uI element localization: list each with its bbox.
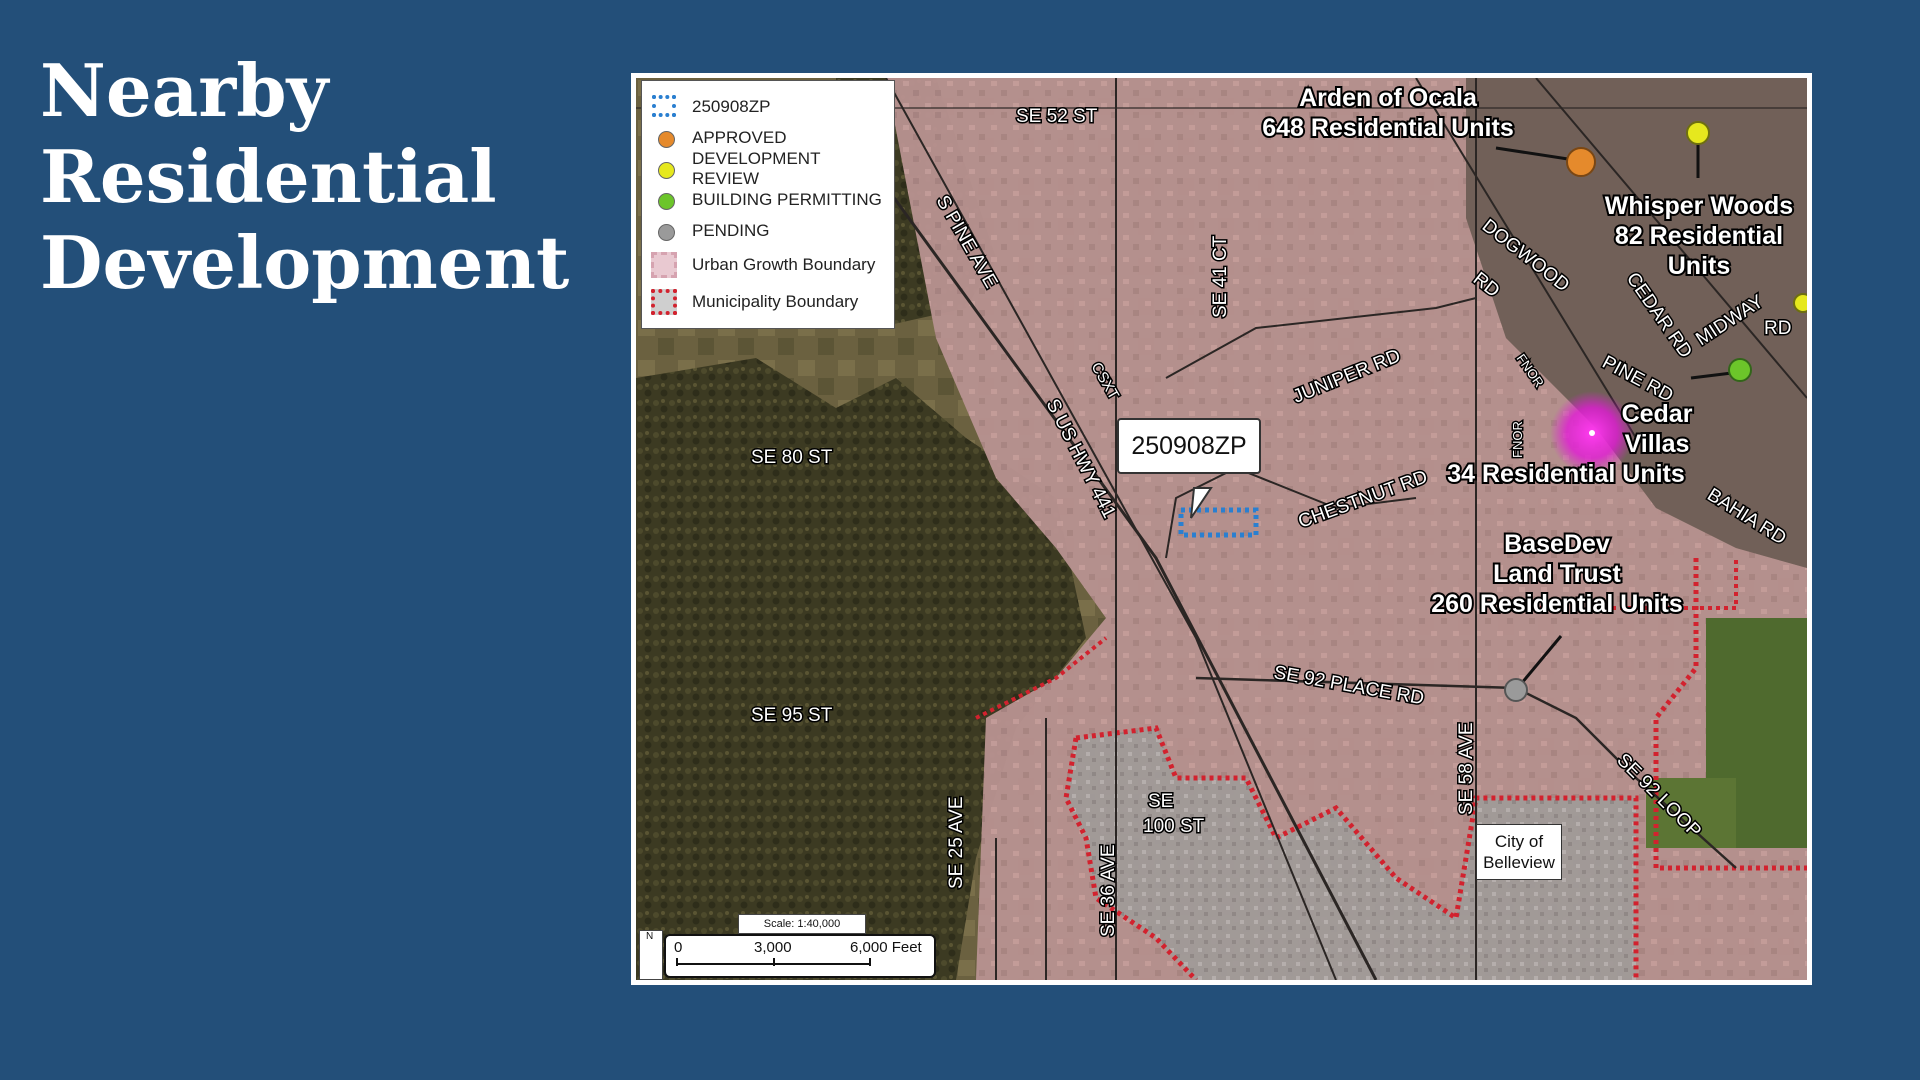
legend-label: Urban Growth Boundary	[692, 254, 876, 274]
scale-tick	[773, 958, 775, 966]
road-label: RD	[1764, 318, 1791, 339]
subject-site-label: 250908ZP	[1131, 431, 1247, 460]
map-legend: 250908ZP APPROVED DEVELOPMENT REVIEW BUI…	[641, 80, 895, 329]
scale-tick-label: 3,000	[754, 939, 792, 956]
green-dot-icon	[650, 187, 680, 213]
pink-swatch-icon	[650, 251, 680, 278]
north-arrow: N	[639, 930, 663, 980]
map-view[interactable]: SE 52 ST S PINE AVE SE 41 CT CSXT S US H…	[636, 78, 1807, 980]
legend-item-urban-growth-boundary: Urban Growth Boundary	[650, 246, 886, 283]
legend-label: BUILDING PERMITTING	[692, 189, 882, 209]
scale-ratio-text: Scale: 1:40,000	[763, 918, 841, 930]
road-label: SE 58 AVE	[1456, 722, 1477, 815]
city-label-line: Belleview	[1483, 853, 1555, 872]
development-label: Villas	[1625, 430, 1690, 458]
development-label: 648 Residential Units	[1262, 114, 1513, 142]
development-marker-review[interactable]	[1793, 293, 1807, 313]
development-label: Arden of Ocala	[1299, 84, 1478, 112]
north-letter: N	[646, 931, 654, 942]
city-label: City of Belleview	[1476, 824, 1562, 880]
dotted-outline-icon	[650, 94, 680, 120]
road-label: SE 80 ST	[751, 447, 833, 468]
development-marker-review[interactable]	[1686, 121, 1710, 145]
map-frame: SE 52 ST S PINE AVE SE 41 CT CSXT S US H…	[631, 73, 1812, 985]
development-label: 260 Residential Units	[1431, 590, 1682, 618]
legend-label: PENDING	[692, 220, 770, 240]
development-label: Land Trust	[1493, 560, 1621, 588]
road-label: SE 41 CT	[1210, 235, 1231, 318]
red-dotted-swatch-icon	[650, 288, 680, 315]
legend-item-subject-site: 250908ZP	[650, 91, 886, 122]
slide-title: Nearby Residential Development	[40, 48, 600, 306]
orange-dot-icon	[650, 125, 680, 151]
slide-title-line: Nearby	[40, 48, 329, 133]
road-label: 100 ST	[1143, 816, 1205, 837]
development-label: BaseDev	[1504, 530, 1610, 558]
legend-label: APPROVED	[692, 127, 787, 147]
gray-dot-icon	[650, 218, 680, 244]
scale-tick-label: 0	[674, 939, 683, 956]
legend-label: 250908ZP	[692, 96, 771, 116]
scale-bar: 0 3,000 6,000 Feet	[664, 934, 936, 978]
legend-label: DEVELOPMENT REVIEW	[692, 148, 821, 188]
legend-label: Municipality Boundary	[692, 291, 859, 311]
road-label: SE 36 AVE	[1098, 844, 1119, 937]
slide-title-line: Residential	[40, 134, 497, 219]
legend-item-building-permitting: BUILDING PERMITTING	[650, 184, 886, 215]
road-label: SE	[1148, 791, 1173, 812]
subject-site-callout[interactable]: 250908ZP	[1117, 418, 1261, 474]
development-label: Units	[1668, 252, 1731, 280]
development-label: Cedar	[1622, 400, 1693, 428]
development-label: Whisper Woods	[1605, 192, 1793, 220]
development-label: 34 Residential Units	[1447, 460, 1685, 488]
road-label: SE 25 AVE	[946, 796, 967, 889]
cedar-villas-center	[1589, 430, 1595, 436]
slide-title-line: Development	[40, 220, 570, 305]
scale-ratio: Scale: 1:40,000	[738, 914, 866, 934]
road-label: SE 95 ST	[751, 705, 833, 726]
scale-tick-label: 6,000 Feet	[850, 939, 922, 956]
road-label: SE 52 ST	[1016, 106, 1098, 127]
yellow-dot-icon	[650, 156, 680, 182]
legend-item-pending: PENDING	[650, 215, 886, 246]
road-label: FNOR	[1510, 421, 1525, 458]
development-marker-permitting[interactable]	[1728, 358, 1752, 382]
development-marker-pending[interactable]	[1504, 678, 1528, 702]
scale-tick	[676, 958, 678, 966]
legend-item-development-review: DEVELOPMENT REVIEW	[650, 149, 886, 188]
development-marker-approved[interactable]	[1566, 147, 1596, 177]
legend-item-municipality-boundary: Municipality Boundary	[650, 283, 886, 320]
development-label: 82 Residential	[1615, 222, 1783, 250]
scale-tick	[869, 958, 871, 966]
city-label-line: City of	[1494, 832, 1544, 851]
